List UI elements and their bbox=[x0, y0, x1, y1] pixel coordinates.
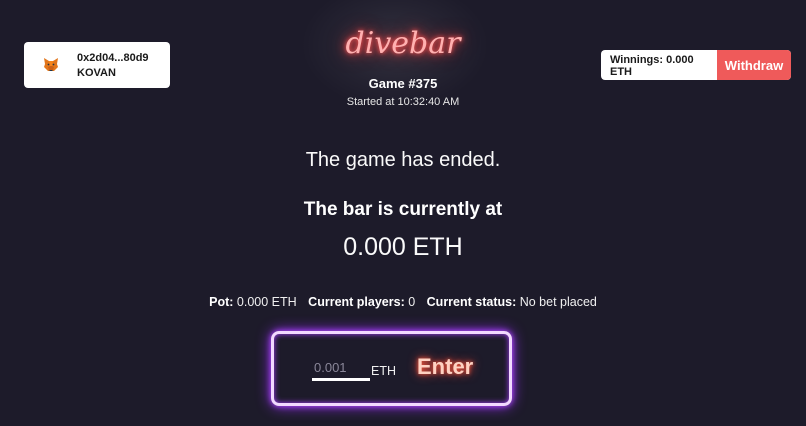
status-label: Current status: bbox=[426, 295, 517, 309]
bar-label: The bar is currently at bbox=[303, 199, 503, 220]
bet-entry-box: ETH Enter bbox=[271, 331, 512, 406]
game-stats: Pot: 0.000 ETH Current players: 0 Curren… bbox=[0, 295, 806, 309]
pot-value: 0.000 ETH bbox=[236, 295, 297, 309]
game-status-message: The game has ended. bbox=[305, 149, 501, 171]
bar-value: 0.000 ETH bbox=[343, 233, 463, 261]
bet-amount-input[interactable] bbox=[312, 356, 370, 381]
players-value: 0 bbox=[408, 295, 416, 309]
enter-button[interactable]: Enter bbox=[417, 354, 473, 380]
withdraw-button[interactable]: Withdraw bbox=[717, 50, 791, 80]
winnings-panel: Winnings: 0.000 ETH Withdraw bbox=[601, 50, 791, 80]
pot-label: Pot: bbox=[209, 295, 234, 309]
eth-unit-label: ETH bbox=[371, 364, 396, 378]
game-start-time: Started at 10:32:40 AM bbox=[346, 96, 460, 108]
winnings-label: Winnings: 0.000 ETH bbox=[610, 54, 694, 78]
players-label: Current players: bbox=[308, 295, 405, 309]
status-value: No bet placed bbox=[519, 295, 597, 309]
